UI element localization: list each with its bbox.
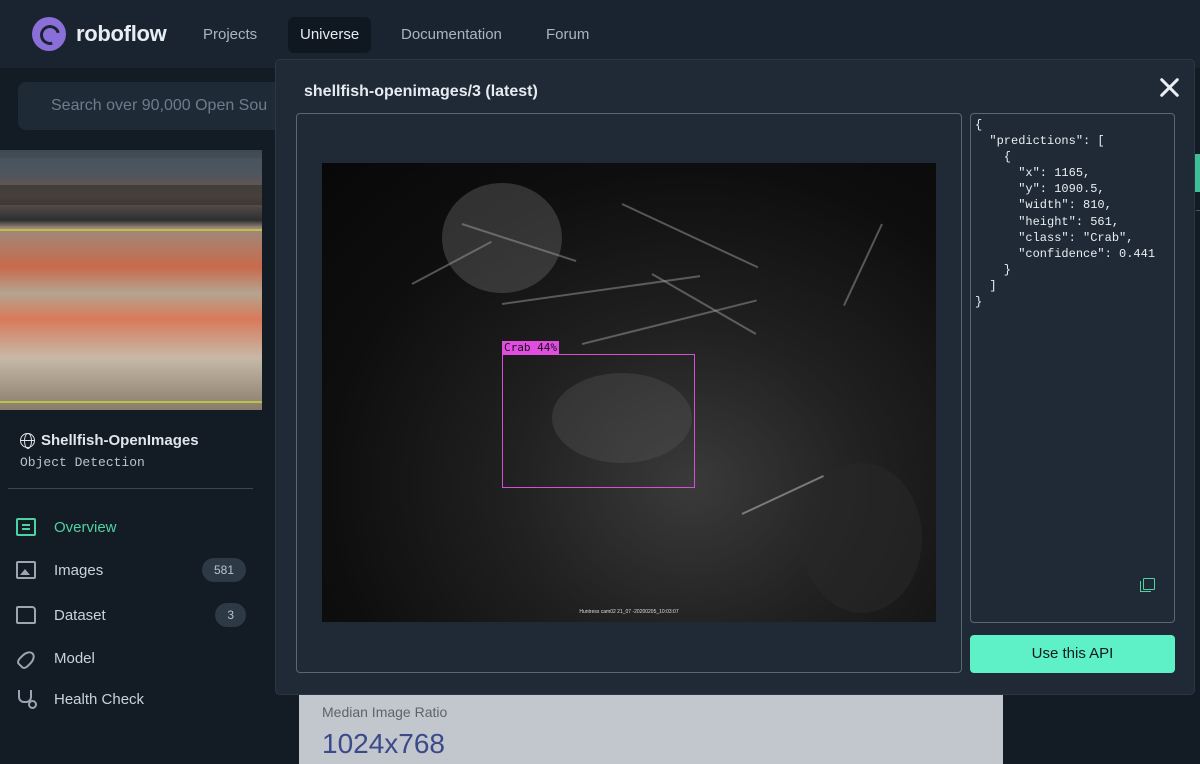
detection-label: Crab 44% bbox=[502, 341, 559, 355]
sidebar-item-health-check[interactable]: Health Check bbox=[16, 686, 246, 712]
roboflow-logo[interactable]: roboflow bbox=[32, 17, 167, 51]
sidebar-divider bbox=[8, 488, 253, 489]
use-api-button[interactable]: Use this API bbox=[970, 635, 1175, 673]
nav-projects[interactable]: Projects bbox=[191, 17, 269, 53]
modal-title: shellfish-openimages/3 (latest) bbox=[304, 83, 538, 100]
nav-documentation[interactable]: Documentation bbox=[389, 17, 514, 53]
sidebar-item-images[interactable]: Images 581 bbox=[16, 557, 246, 583]
dataset-name-text: Shellfish-OpenImages bbox=[41, 432, 199, 449]
book-icon bbox=[16, 518, 36, 536]
detection-bounding-box bbox=[502, 354, 695, 488]
close-icon[interactable] bbox=[1158, 76, 1180, 98]
nav-universe[interactable]: Universe bbox=[288, 17, 372, 53]
sidebar-item-label: Health Check bbox=[54, 690, 145, 708]
nav-forum[interactable]: Forum bbox=[534, 17, 601, 53]
sidebar-item-label: Images bbox=[54, 561, 104, 579]
sidebar-item-dataset[interactable]: Dataset 3 bbox=[16, 602, 246, 628]
right-line bbox=[1196, 210, 1200, 211]
json-output[interactable]: { "predictions": [ { "x": 1165, "y": 109… bbox=[975, 117, 1155, 310]
dataset-type: Object Detection bbox=[20, 455, 145, 470]
dataset-count-badge: 3 bbox=[215, 603, 246, 627]
sidebar-item-label: Dataset bbox=[54, 606, 106, 624]
sidebar-item-label: Model bbox=[54, 649, 95, 667]
images-count-badge: 581 bbox=[201, 558, 246, 582]
stat-value: 1024x768 bbox=[322, 728, 446, 759]
roboflow-logo-icon bbox=[32, 17, 66, 51]
sidebar-item-model[interactable]: Model bbox=[16, 645, 246, 671]
sidebar-item-overview[interactable]: Overview bbox=[16, 514, 246, 540]
brand-name: roboflow bbox=[76, 21, 167, 46]
top-nav: roboflow Projects Universe Documentation… bbox=[0, 0, 1200, 68]
dataset-title[interactable]: Shellfish-OpenImages bbox=[20, 432, 199, 449]
folder-icon bbox=[16, 606, 36, 624]
photo-caption: Huntress cam02 21_07 -20200205_10:03:07 bbox=[579, 609, 679, 615]
sidebar-item-label: Overview bbox=[54, 518, 117, 536]
copy-icon[interactable] bbox=[1140, 578, 1155, 592]
globe-icon bbox=[20, 433, 35, 449]
dataset-thumbnail bbox=[0, 150, 262, 410]
stat-label: Median Image Ratio bbox=[322, 704, 448, 720]
rocket-icon bbox=[16, 649, 36, 667]
images-icon bbox=[16, 561, 36, 579]
stethoscope-icon bbox=[16, 690, 37, 709]
